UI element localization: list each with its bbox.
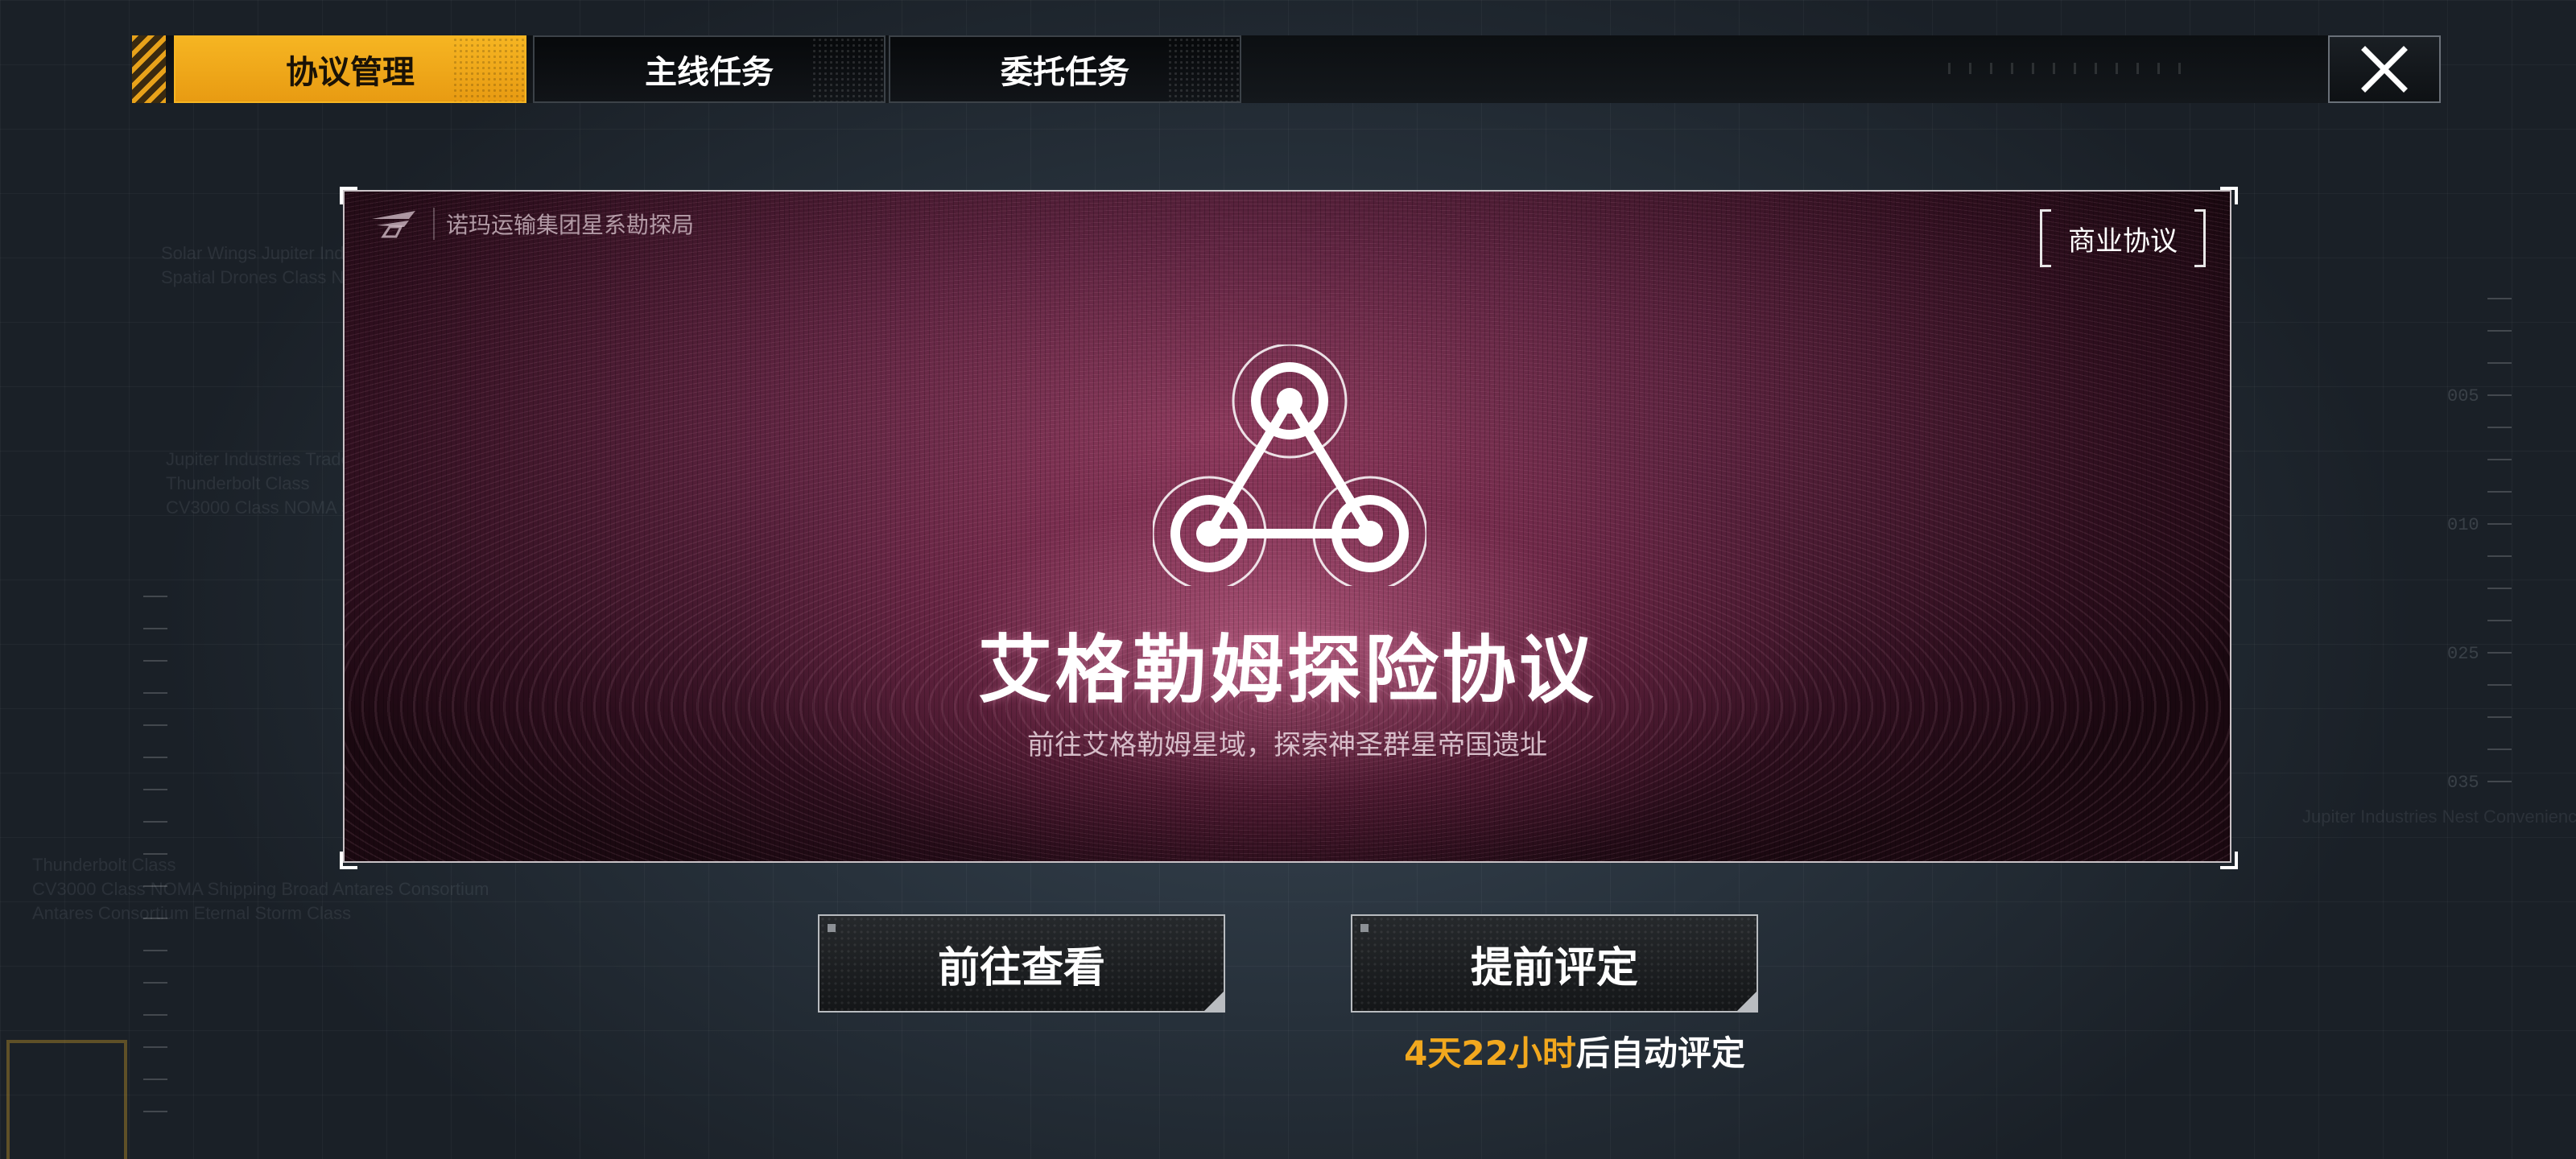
tab-texture xyxy=(1167,37,1240,101)
tab-texture xyxy=(452,37,525,101)
early-evaluate-label: 提前评定 xyxy=(1470,943,1638,992)
ruler-label: 025 xyxy=(2447,644,2479,664)
card-corner-mark xyxy=(2220,852,2238,869)
decorative-frame xyxy=(6,1040,127,1159)
agreement-title: 艾格勒姆探险协议 xyxy=(977,627,1596,713)
tab-label: 委托任务 xyxy=(1001,54,1129,91)
ruler-label: 035 xyxy=(2447,773,2479,793)
close-button[interactable] xyxy=(2328,35,2441,103)
background-text-right: Jupiter Industries Nest Convenience xyxy=(2302,806,2576,827)
background-text-line: CV3000 Class NOMA Shipping Broad Antares… xyxy=(32,879,489,899)
background-ruler-left xyxy=(143,596,167,1127)
close-icon xyxy=(2361,46,2408,93)
button-corner-triangle xyxy=(1204,992,1224,1011)
card-corner-mark xyxy=(2220,187,2238,204)
go-view-button[interactable]: 前往查看 xyxy=(818,914,1225,1013)
ruler-label: 010 xyxy=(2447,515,2479,535)
countdown-time: 4天22小时 xyxy=(1404,1033,1576,1073)
card-corner-mark xyxy=(340,187,357,204)
company-logo-icon xyxy=(372,211,415,238)
tab-main-quests[interactable]: 主线任务 xyxy=(533,35,886,103)
go-view-label: 前往查看 xyxy=(937,943,1105,992)
early-evaluate-button[interactable]: 提前评定 xyxy=(1351,914,1758,1013)
agreement-subtitle: 前往艾格勒姆星域，探索神圣群星帝国遗址 xyxy=(1027,729,1547,761)
screen: Solar Wings Jupiter Industries Spatial D… xyxy=(0,0,2576,1159)
company-name: 诺玛运输集团星系勘探局 xyxy=(433,208,694,240)
card-header: 诺玛运输集团星系勘探局 xyxy=(369,208,694,240)
button-corner-square xyxy=(828,924,836,932)
tab-label: 主线任务 xyxy=(645,54,774,91)
ruler-label: 005 xyxy=(2447,386,2479,406)
button-corner-triangle xyxy=(1737,992,1757,1011)
background-text-line: Antares Consortium Eternal Storm Class xyxy=(32,903,352,923)
tab-texture xyxy=(811,37,884,101)
tab-commission-quests[interactable]: 委托任务 xyxy=(889,35,1241,103)
tab-agreement-management[interactable]: 协议管理 xyxy=(174,35,526,103)
tab-bar-stripe xyxy=(132,35,166,103)
tab-bar-marks xyxy=(1948,63,2190,74)
background-text-block: Thunderbolt Class CV3000 Class NOMA Ship… xyxy=(32,853,489,926)
agreement-type-label: 商业协议 xyxy=(2068,225,2178,258)
triangle-nodes-icon xyxy=(1153,344,1426,586)
button-corner-square xyxy=(1360,924,1368,932)
background-ruler-right xyxy=(2487,298,2512,797)
countdown-suffix: 后自动评定 xyxy=(1575,1033,1745,1073)
agreement-type-badge: 商业协议 xyxy=(2040,209,2206,267)
agreement-card[interactable]: 诺玛运输集团星系勘探局 商业协议 艾格勒姆探险协议 前往艾格勒姆星域，探索神圣群… xyxy=(343,190,2231,863)
auto-evaluate-countdown: 4天22小时后自动评定 xyxy=(1349,1026,1800,1075)
tab-label: 协议管理 xyxy=(286,54,415,91)
card-corner-mark xyxy=(340,852,357,869)
